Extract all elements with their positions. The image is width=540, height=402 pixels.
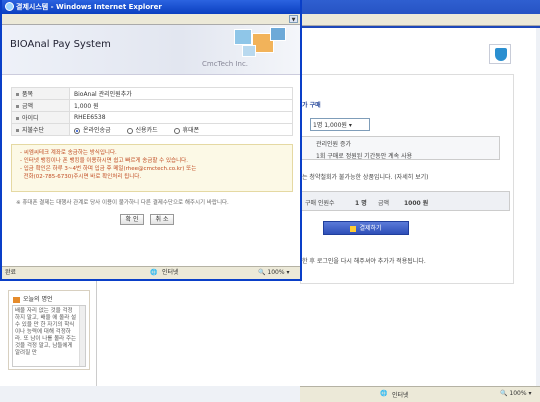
table-row: 금액 1,000 원 — [11, 99, 293, 112]
ie-icon — [5, 2, 14, 11]
bullet-icon — [16, 117, 19, 120]
payment-popup-window: 결제시스템 - Windows Internet Explorer ▼ BIOA… — [0, 0, 302, 281]
pay-method-options: 온라인송금 신용카드 휴대폰 — [69, 123, 293, 136]
notice-line: 전화(02-785-6730)주시면 바로 확인처리 됩니다. — [20, 174, 142, 180]
bullet-icon — [16, 105, 19, 108]
item-row-1: 관리인원 증가 — [316, 141, 352, 148]
notice-line: - 씨엠씨테크 계좌로 송금하는 방식입니다. — [20, 150, 117, 156]
bullet-icon — [16, 129, 19, 132]
popup-status-bar: 완료 🌐 인터넷 🔍 100% ▾ — [2, 266, 300, 279]
today-quote-box: 오늘의 명언 배울 자리 없는 것을 걱정하지 말고, 배울 에 올라 설 수 … — [8, 290, 90, 370]
zone-icon: 🌐 — [150, 269, 158, 276]
today-quote-title: 오늘의 명언 — [23, 296, 53, 303]
radio-credit-card[interactable]: 신용카드 — [126, 127, 158, 134]
relogin-note: 한 후 로그인을 다시 해주셔야 추가가 적용됩니다. — [302, 258, 426, 265]
notice-line: - 입금 확인은 하루 3~4번 하며 입금 후 메일(rhee@cmctech… — [20, 166, 197, 172]
quote-scrollbar[interactable] — [79, 306, 85, 366]
bullet-icon — [16, 93, 19, 96]
quote-icon — [13, 296, 20, 303]
payment-notice: - 씨엠씨테크 계좌로 송금하는 방식입니다. - 인터넷 뱅킹이나 폰 뱅킹을… — [11, 144, 293, 192]
header-graphic — [242, 45, 256, 57]
notice-line: - 인터넷 뱅킹이나 폰 뱅킹을 이용하시면 쉽고 빠르게 송금할 수 있습니다… — [20, 158, 188, 164]
header-graphic — [234, 29, 252, 45]
summary-price-label: 금액 — [378, 200, 390, 207]
radio-mobile[interactable]: 휴대폰 — [173, 127, 199, 134]
row-label: 품목 — [11, 87, 70, 100]
popup-window-title: 결제시스템 - Windows Internet Explorer — [16, 3, 162, 11]
pay-icon — [350, 225, 357, 232]
radio-icon — [74, 127, 80, 134]
cancel-button[interactable]: 취 소 — [150, 214, 174, 225]
order-info-table: 품목 BioAnal 관리인원추가 금액 1,000 원 아이디 RHEE653… — [11, 87, 293, 136]
table-row: 지불수단 온라인송금 신용카드 휴대폰 — [11, 123, 293, 136]
today-quote-body[interactable]: 배울 자리 없는 것을 걱정하지 말고, 배울 에 올라 설 수 있을 만 한 … — [12, 305, 86, 367]
summary-price: 1000 원 — [404, 200, 429, 207]
row-label: 지불수단 — [11, 123, 70, 136]
section-title: 가 구매 — [302, 102, 321, 109]
table-row: 아이디 RHEE6538 — [11, 111, 293, 124]
popup-titlebar: 결제시스템 - Windows Internet Explorer — [2, 0, 300, 14]
row-value: RHEE6538 — [69, 111, 293, 124]
status-zone: 인터넷 — [162, 269, 179, 276]
row-value: BioAnal 관리인원추가 — [69, 87, 293, 100]
status-zoom[interactable]: 🔍 100% ▾ — [258, 267, 289, 279]
count-select[interactable]: 1명 1,000원 ▾ — [310, 118, 370, 131]
radio-online-transfer[interactable]: 온라인송금 — [74, 127, 111, 134]
popup-address-bar[interactable]: ▼ — [2, 14, 300, 25]
address-dropdown-icon[interactable]: ▼ — [289, 15, 298, 23]
table-row: 품목 BioAnal 관리인원추가 — [11, 87, 293, 100]
confirm-button[interactable]: 확 인 — [120, 214, 144, 225]
refund-note: 는 청약철회가 불가능한 상품입니다. (자세히 보기) — [302, 174, 429, 181]
shield-icon — [489, 44, 511, 64]
background-address-bar[interactable] — [300, 14, 540, 26]
status-text: 완료 — [5, 269, 17, 276]
bg-zone-icon: 🌐 — [380, 390, 388, 397]
background-status-bar: 🌐 인터넷 🔍 100% ▾ — [300, 386, 540, 402]
item-row-2: 1회 구매로 정원된 기간동안 계속 사용 — [316, 153, 413, 160]
row-label: 금액 — [11, 99, 70, 112]
bg-status-zone: 인터넷 — [392, 392, 409, 399]
pay-system-title: BIOAnal Pay System — [10, 39, 111, 50]
radio-icon — [126, 127, 133, 134]
row-label: 아이디 — [11, 111, 70, 124]
bg-status-zoom[interactable]: 🔍 100% ▾ — [500, 390, 531, 397]
mobile-caution: ※ 휴대폰 결제는 대행사 관계로 당사 이용이 불가하니 다른 결제수단으로 … — [16, 200, 229, 206]
row-value: 1,000 원 — [69, 99, 293, 112]
summary-count: 1 명 — [355, 200, 367, 207]
header-graphic — [270, 27, 286, 41]
summary-label: 구매 인원수 — [305, 200, 335, 207]
company-name: CmcTech Inc. — [202, 60, 249, 68]
popup-header: BIOAnal Pay System CmcTech Inc. — [2, 25, 300, 75]
pay-button[interactable]: 결제하기 — [323, 221, 409, 235]
radio-icon — [173, 127, 180, 134]
today-quote-text: 배울 자리 없는 것을 걱정하지 말고, 배울 에 올라 설 수 있을 만 한 … — [15, 308, 77, 356]
